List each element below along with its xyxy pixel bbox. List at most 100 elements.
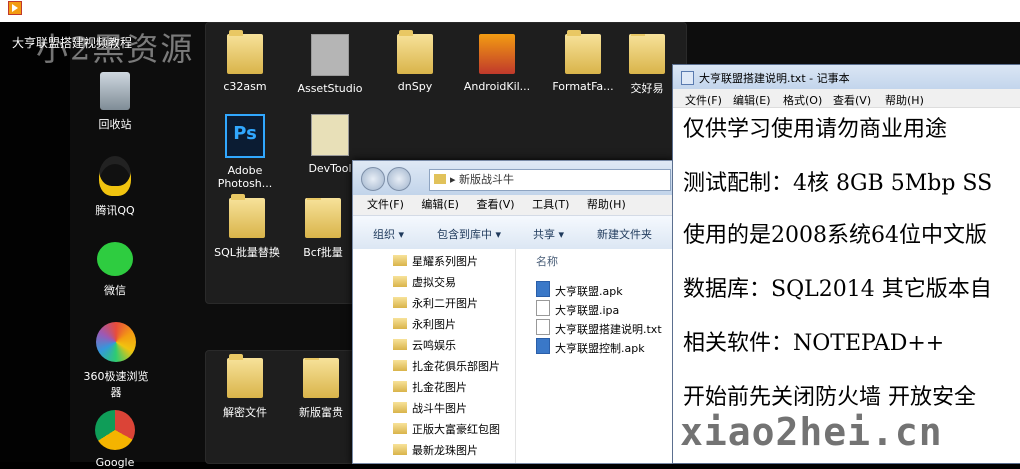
desktop-folder-dnspy[interactable]: dnSpy: [380, 30, 450, 93]
nav-folder-item[interactable]: 最新龙珠图片: [393, 442, 478, 458]
recycle-bin-icon: [100, 72, 130, 110]
folder-icon: [227, 30, 263, 74]
desktop-folder-bcf[interactable]: Bcf批量: [295, 198, 351, 260]
apk-file-icon: [536, 338, 550, 354]
include-in-library-button[interactable]: 包含到库中 ▾: [437, 226, 501, 242]
desktop-icon-label: 微信: [104, 284, 126, 297]
nav-folder-item[interactable]: 扎金花图片: [393, 379, 467, 395]
file-list: 名称 大亨联盟.apk 大亨联盟.ipa 大亨联盟搭建说明.txt 大亨联盟控制…: [516, 249, 673, 463]
chrome-icon: [95, 410, 135, 450]
column-header-name[interactable]: 名称: [536, 253, 558, 269]
desktop-folder-fugui[interactable]: 新版富贵: [290, 358, 352, 420]
nav-folder-item[interactable]: 扎金花俱乐部图片: [393, 358, 500, 374]
desktop-icon-photoshop[interactable]: Ps Adobe Photosh...: [210, 114, 280, 190]
notepad-app-icon: [681, 71, 694, 85]
text-line: 测试配制：4核 8GB 5Mbp SS: [683, 171, 993, 196]
desktop-icon-label: Bcf批量: [303, 246, 343, 259]
menu-view[interactable]: 查看(V): [476, 195, 514, 215]
forward-button[interactable]: [387, 167, 411, 191]
menu-tools[interactable]: 工具(T): [532, 195, 569, 215]
nav-folder-item[interactable]: 永利二开图片: [393, 295, 478, 311]
desktop-folder-decrypt[interactable]: 解密文件: [210, 354, 280, 420]
folder-icon: [397, 30, 433, 74]
desktop-left-strip: [0, 22, 70, 462]
navigation-pane: 星耀系列图片 虚拟交易 永利二开图片 永利图片 云鸣娱乐 扎金花俱乐部图片 扎金…: [353, 249, 516, 463]
desktop-icon-label: AssetStudio: [297, 82, 363, 95]
address-bar[interactable]: ▸ 新版战斗牛: [429, 169, 671, 191]
assetstudio-icon: [311, 34, 349, 76]
text-line: 相关软件：NOTEPAD++: [683, 331, 945, 356]
desktop-icon-label: 新版富贵: [299, 406, 343, 419]
folder-icon: [393, 339, 407, 350]
file-item[interactable]: 大亨联盟控制.apk: [536, 338, 645, 356]
nav-folder-item[interactable]: 星耀系列图片: [393, 253, 478, 269]
apk-file-icon: [536, 281, 550, 297]
desktop-icon-label: FormatFa...: [552, 80, 614, 93]
nav-folder-item[interactable]: 战斗牛图片: [393, 400, 467, 416]
desktop-icon-label: dnSpy: [397, 80, 433, 93]
desktop-icon-360-browser[interactable]: 360极速浏览器: [80, 322, 152, 400]
folder-icon: [565, 30, 601, 74]
folder-icon: [393, 360, 407, 371]
nav-folder-item[interactable]: 正版大富豪红包图: [393, 421, 500, 437]
menu-edit[interactable]: 编辑(E): [421, 195, 459, 215]
photoshop-icon: Ps: [225, 114, 265, 158]
desktop-icon-recycle-bin[interactable]: 回收站: [80, 72, 150, 132]
menu-edit[interactable]: 编辑(E): [733, 92, 771, 108]
folder-icon: [393, 318, 407, 329]
text-line: 使用的是2008系统64位中文版: [683, 223, 987, 248]
menu-help[interactable]: 帮助(H): [587, 195, 626, 215]
devtool-icon: [311, 114, 349, 156]
notepad-menubar: 文件(F) 编辑(E) 格式(O) 查看(V) 帮助(H): [673, 89, 1020, 108]
folder-icon: [393, 297, 407, 308]
back-button[interactable]: [361, 167, 385, 191]
desktop-icon-label: 360极速浏览器: [83, 370, 149, 399]
organize-button[interactable]: 组织 ▾: [373, 226, 404, 242]
folder-icon: [393, 402, 407, 413]
address-text: 新版战斗牛: [459, 173, 515, 186]
share-button[interactable]: 共享 ▾: [533, 226, 564, 242]
file-item[interactable]: 大亨联盟搭建说明.txt: [536, 319, 662, 337]
desktop-folder-formatfa[interactable]: FormatFa...: [548, 30, 618, 93]
androidkiller-icon: [479, 34, 515, 74]
folder-icon: [629, 34, 665, 74]
desktop-icon-label: AndroidKil...: [463, 80, 531, 93]
watermark-url: xiao2hei.cn: [680, 410, 943, 454]
menu-file[interactable]: 文件(F): [367, 195, 404, 215]
text-line: 数据库：SQL2014 其它版本自: [683, 277, 992, 302]
nav-folder-item[interactable]: 云鸣娱乐: [393, 337, 456, 353]
file-item[interactable]: 大亨联盟.apk: [536, 281, 623, 299]
explorer-toolbar: 组织 ▾ 包含到库中 ▾ 共享 ▾ 新建文件夹: [353, 215, 673, 251]
menu-view[interactable]: 查看(V): [833, 92, 871, 108]
desktop-folder-androidkiller[interactable]: AndroidKil...: [462, 34, 532, 93]
text-line: 仅供学习使用请勿商业用途: [683, 117, 948, 142]
desktop-icon-label: 交好易: [630, 82, 664, 95]
player-title-bar: [0, 0, 1020, 22]
desktop-folder-jiaohaoyi[interactable]: 交好易: [622, 34, 672, 96]
explorer-menubar: 文件(F) 编辑(E) 查看(V) 工具(T) 帮助(H): [353, 195, 673, 215]
player-logo-icon: [8, 1, 22, 15]
desktop-folder-c32asm[interactable]: c32asm: [210, 30, 280, 93]
desktop-icon-chrome[interactable]: Google: [80, 410, 150, 469]
desktop-folder-sql-replace[interactable]: SQL批量替换: [210, 194, 284, 260]
notepad-title: 大亨联盟搭建说明.txt - 记事本: [699, 72, 850, 85]
file-item[interactable]: 大亨联盟.ipa: [536, 300, 619, 318]
menu-file[interactable]: 文件(F): [685, 92, 722, 108]
notepad-window: 大亨联盟搭建说明.txt - 记事本 文件(F) 编辑(E) 格式(O) 查看(…: [672, 64, 1020, 464]
desktop-icon-label: SQL批量替换: [214, 246, 280, 259]
browser-360-icon: [96, 322, 136, 362]
nav-folder-item[interactable]: 永利图片: [393, 316, 456, 332]
desktop-icon-assetstudio[interactable]: AssetStudio: [295, 34, 365, 95]
desktop-icon-label: 回收站: [98, 118, 132, 131]
new-folder-button[interactable]: 新建文件夹: [597, 226, 652, 242]
desktop-icon-wechat[interactable]: 微信: [80, 242, 150, 298]
folder-icon: [393, 276, 407, 287]
desktop-icon-qq[interactable]: 腾讯QQ: [80, 156, 150, 218]
folder-icon: [393, 444, 407, 455]
menu-help[interactable]: 帮助(H): [885, 92, 924, 108]
nav-folder-item[interactable]: 虚拟交易: [393, 274, 456, 290]
watermark-text: 小2黑资源: [36, 30, 195, 68]
folder-icon: [393, 255, 407, 266]
chevron-right-icon: ▸: [450, 173, 460, 186]
menu-format[interactable]: 格式(O): [783, 92, 822, 108]
